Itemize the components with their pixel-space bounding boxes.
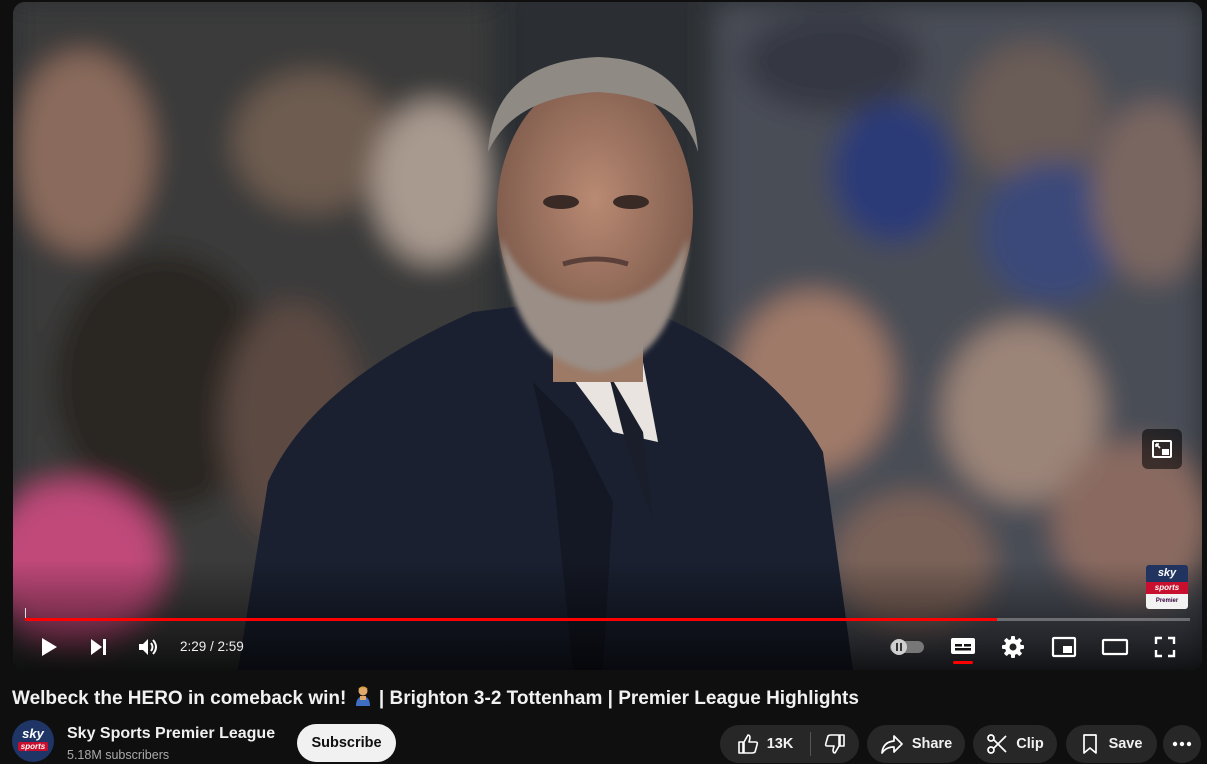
channel-avatar[interactable]: sky sports: [12, 720, 54, 762]
autoplay-toggle[interactable]: [885, 624, 929, 670]
like-dislike-group: 13K: [720, 725, 859, 763]
person-celebrating-emoji-icon: [352, 685, 374, 713]
next-button[interactable]: [77, 624, 121, 670]
avatar-sports-text: sports: [18, 742, 48, 751]
share-label: Share: [911, 736, 953, 752]
miniplayer-icon: [1051, 636, 1077, 658]
more-horizontal-icon: [1172, 741, 1192, 747]
play-icon: [42, 638, 57, 656]
progress-played: [25, 618, 997, 621]
volume-icon: [139, 639, 157, 655]
like-button[interactable]: 13K: [720, 725, 810, 763]
scissors-icon: [987, 734, 1007, 754]
save-button[interactable]: Save: [1066, 725, 1157, 763]
settings-button[interactable]: [991, 624, 1035, 670]
picture-in-picture-icon: [1152, 440, 1172, 458]
settings-gear-icon: [1002, 636, 1024, 658]
logo-league-text: Premier League: [1146, 594, 1188, 609]
video-title-text-2: | Brighton 3-2 Tottenham | Premier Leagu…: [373, 688, 859, 709]
subtitles-icon: [951, 638, 975, 654]
channel-name[interactable]: Sky Sports Premier League: [67, 725, 275, 743]
video-player[interactable]: sky sports Premier League 2:29 / 2:59: [13, 2, 1202, 670]
time-display: 2:29 / 2:59: [180, 639, 244, 654]
play-button[interactable]: [26, 624, 70, 670]
video-title: Welbeck the HERO in comeback win! | Brig…: [12, 685, 1197, 713]
subscribe-button[interactable]: Subscribe: [297, 724, 396, 762]
bookmark-icon: [1082, 734, 1097, 754]
share-icon: [880, 735, 903, 754]
share-button[interactable]: Share: [867, 725, 965, 763]
more-actions-button[interactable]: [1163, 725, 1201, 763]
volume-button[interactable]: [126, 624, 170, 670]
like-count: 13K: [766, 736, 794, 752]
theater-icon: [1101, 638, 1129, 656]
thumbs-up-icon: [737, 734, 758, 754]
progress-bar[interactable]: [25, 618, 1190, 621]
logo-sky-text: sky: [1146, 565, 1188, 582]
video-title-text-1: Welbeck the HERO in comeback win!: [12, 688, 352, 709]
thumbs-down-icon: [824, 734, 845, 754]
broadcaster-logo: sky sports Premier League: [1146, 565, 1188, 609]
fullscreen-icon: [1154, 636, 1176, 658]
chapter-marker: [25, 608, 26, 618]
miniplayer-button[interactable]: [1042, 624, 1086, 670]
clip-label: Clip: [1016, 736, 1044, 752]
avatar-sky-text: sky: [22, 726, 44, 741]
pip-overlay-button[interactable]: [1142, 429, 1182, 469]
theater-mode-button[interactable]: [1093, 624, 1137, 670]
save-label: Save: [1108, 736, 1143, 752]
next-icon: [91, 639, 106, 655]
logo-sports-text: sports: [1146, 582, 1188, 594]
clip-button[interactable]: Clip: [973, 725, 1057, 763]
fullscreen-button[interactable]: [1143, 624, 1187, 670]
subscriber-count: 5.18M subscribers: [67, 748, 170, 762]
subtitles-active-indicator: [953, 661, 973, 664]
subtitles-button[interactable]: [941, 624, 985, 670]
autoplay-toggle-icon: [890, 639, 924, 655]
dislike-button[interactable]: [811, 725, 859, 763]
player-controls: 2:29 / 2:59: [13, 624, 1202, 670]
